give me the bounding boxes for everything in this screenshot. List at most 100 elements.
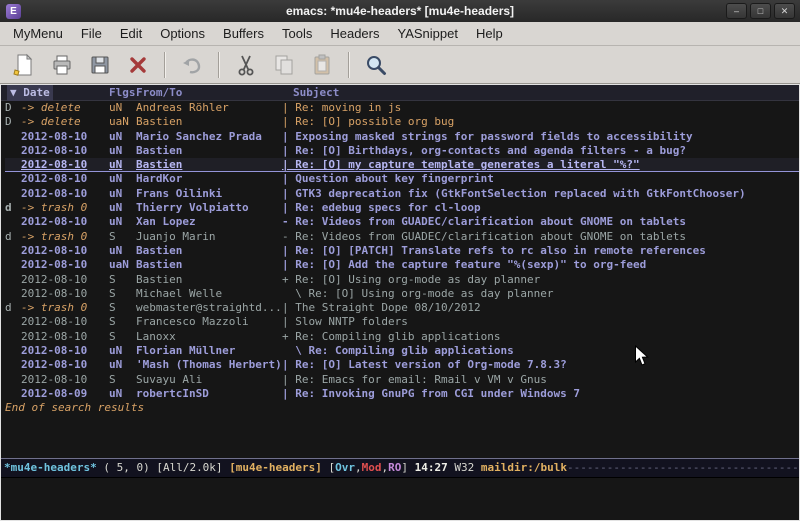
date-cell: 2012-08-10 xyxy=(21,244,109,258)
copy-button[interactable] xyxy=(268,50,300,80)
message-row[interactable]: D-> deleteuaNBastien| Re: [O] possible o… xyxy=(5,115,799,129)
date-cell: 2012-08-10 xyxy=(21,273,109,287)
flags-cell: uN xyxy=(109,144,136,158)
print-icon xyxy=(50,53,74,77)
flags-cell: S xyxy=(109,230,136,244)
new-file-button[interactable] xyxy=(8,50,40,80)
mark-cell xyxy=(5,373,21,387)
message-row[interactable]: 2012-08-10uNBastien| Re: [O] [PATCH] Tra… xyxy=(5,244,799,258)
message-row[interactable]: 2012-08-10SSuvayu Ali| Re: Emacs for ema… xyxy=(5,373,799,387)
flags-cell: S xyxy=(109,301,136,315)
message-row[interactable]: 2012-08-10uNFlorian Müllner \ Re: Compil… xyxy=(5,344,799,358)
from-cell: webmaster@straightd... xyxy=(136,301,282,315)
subject-cell: \ Re: [O] Using org-mode as day planner xyxy=(282,287,799,301)
save-icon xyxy=(88,53,112,77)
message-row[interactable]: 2012-08-09uNrobertcInSD| Re: Invoking Gn… xyxy=(5,387,799,401)
subject-cell: | GTK3 deprecation fix (GtkFontSelection… xyxy=(282,187,799,201)
flags-cell: uN xyxy=(109,244,136,258)
echo-area xyxy=(1,478,799,520)
cut-button[interactable] xyxy=(230,50,262,80)
column-from-to[interactable]: From/To xyxy=(136,85,182,101)
message-row[interactable]: d-> trash 0SJuanjo Marin- Re: Videos fro… xyxy=(5,230,799,244)
message-row[interactable]: 2012-08-10SBastien+ Re: [O] Using org-mo… xyxy=(5,273,799,287)
modeline-modified-flag: Mod xyxy=(362,461,382,474)
emacs-frame: ▼ Date Flgs From/To Subject D-> deleteuN… xyxy=(0,84,800,521)
copy-icon xyxy=(272,53,296,77)
menu-item-edit[interactable]: Edit xyxy=(111,23,151,44)
date-cell: 2012-08-10 xyxy=(21,258,109,272)
message-row[interactable]: d-> trash 0uNThierry Volpiatto| Re: edeb… xyxy=(5,201,799,215)
modeline-size: [All/2.0k] xyxy=(156,461,229,474)
date-cell: 2012-08-10 xyxy=(21,158,109,171)
flags-cell: uN xyxy=(109,387,136,401)
paste-button[interactable] xyxy=(306,50,338,80)
message-row[interactable]: 2012-08-10SLanoxx+ Re: Compiling glib ap… xyxy=(5,330,799,344)
sort-column-date[interactable]: ▼ Date xyxy=(7,85,53,101)
search-button[interactable] xyxy=(360,50,392,80)
menu-item-yasnippet[interactable]: YASnippet xyxy=(388,23,466,44)
maximize-button[interactable]: □ xyxy=(750,3,771,19)
message-row[interactable]: 2012-08-10SFrancesco Mazzoli| Slow NNTP … xyxy=(5,315,799,329)
message-row[interactable]: 2012-08-10uN'Mash (Thomas Herbert)| Re: … xyxy=(5,358,799,372)
modeline-buffer-name: *mu4e-headers* xyxy=(4,461,97,474)
message-row[interactable]: 2012-08-10uNFrans Oilinki| GTK3 deprecat… xyxy=(5,187,799,201)
message-row[interactable]: 2012-08-10uNBastien| Re: [O] my capture … xyxy=(5,158,799,172)
undo-button[interactable] xyxy=(176,50,208,80)
menu-item-options[interactable]: Options xyxy=(151,23,214,44)
date-cell: 2012-08-10 xyxy=(21,358,109,372)
toolbar-separator xyxy=(348,52,350,78)
mark-cell: D xyxy=(5,101,21,115)
message-row[interactable]: d-> trash 0Swebmaster@straightd...| The … xyxy=(5,301,799,315)
menu-item-buffers[interactable]: Buffers xyxy=(214,23,273,44)
date-cell: -> delete xyxy=(21,101,109,115)
date-cell: -> trash 0 xyxy=(21,230,109,244)
message-row[interactable]: 2012-08-10uaNBastien| Re: [O] Add the ca… xyxy=(5,258,799,272)
date-cell: 2012-08-10 xyxy=(21,344,109,358)
message-row[interactable]: 2012-08-10SMichael Welle \ Re: [O] Using… xyxy=(5,287,799,301)
from-cell: Lanoxx xyxy=(136,330,282,344)
from-cell: Andreas Röhler xyxy=(136,101,282,115)
menu-item-mymenu[interactable]: MyMenu xyxy=(4,23,72,44)
menu-item-file[interactable]: File xyxy=(72,23,111,44)
modeline-bracket: ] xyxy=(401,461,414,474)
date-cell: 2012-08-10 xyxy=(21,172,109,186)
message-row[interactable]: 2012-08-10uNMario Sanchez Prada| Exposin… xyxy=(5,130,799,144)
date-cell: -> trash 0 xyxy=(21,301,109,315)
from-cell: robertcInSD xyxy=(136,387,282,401)
flags-cell: S xyxy=(109,273,136,287)
flags-cell: uN xyxy=(109,130,136,144)
minimize-button[interactable]: – xyxy=(726,3,747,19)
mark-cell: d xyxy=(5,301,21,315)
message-row[interactable]: 2012-08-10uNBastien| Re: [O] Birthdays, … xyxy=(5,144,799,158)
flags-cell: uN xyxy=(109,172,136,186)
column-subject[interactable]: Subject xyxy=(293,85,339,101)
mark-cell xyxy=(5,273,21,287)
modeline-overwrite-flag: Ovr xyxy=(335,461,355,474)
flags-cell: uN xyxy=(109,358,136,372)
toolbar-separator xyxy=(218,52,220,78)
date-cell: 2012-08-10 xyxy=(21,330,109,344)
mark-cell: d xyxy=(5,230,21,244)
close-buffer-button[interactable] xyxy=(122,50,154,80)
message-row[interactable]: 2012-08-10uNXan Lopez- Re: Videos from G… xyxy=(5,215,799,229)
mode-line: *mu4e-headers* ( 5, 0) [All/2.0k] [mu4e-… xyxy=(1,458,799,478)
undo-icon xyxy=(180,53,204,77)
subject-cell: | Re: Invoking GnuPG from CGI under Wind… xyxy=(282,387,799,401)
close-button[interactable]: ✕ xyxy=(774,3,795,19)
menu-item-tools[interactable]: Tools xyxy=(273,23,321,44)
column-flags[interactable]: Flgs xyxy=(109,85,136,101)
print-button[interactable] xyxy=(46,50,78,80)
message-row[interactable]: 2012-08-10uNHardKor| Question about key … xyxy=(5,172,799,186)
mark-cell: d xyxy=(5,201,21,215)
subject-cell: | Question about key fingerprint xyxy=(282,172,799,186)
save-button[interactable] xyxy=(84,50,116,80)
message-row[interactable]: D-> deleteuNAndreas Röhler| Re: moving i… xyxy=(5,101,799,115)
mark-cell xyxy=(5,358,21,372)
flags-cell: S xyxy=(109,330,136,344)
menu-item-help[interactable]: Help xyxy=(467,23,512,44)
modeline-major-mode: [mu4e-headers] xyxy=(229,461,328,474)
menu-item-headers[interactable]: Headers xyxy=(321,23,388,44)
mark-cell xyxy=(5,287,21,301)
from-cell: Mario Sanchez Prada xyxy=(136,130,282,144)
mu4e-headers-buffer[interactable]: ▼ Date Flgs From/To Subject D-> deleteuN… xyxy=(1,85,799,458)
